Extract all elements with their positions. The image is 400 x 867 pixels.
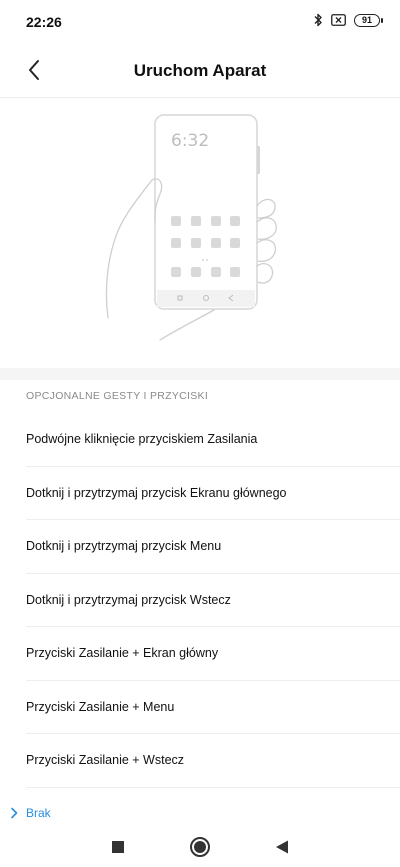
status-time: 22:26 xyxy=(26,14,62,30)
sim-no-signal-icon xyxy=(331,14,346,26)
section-divider xyxy=(0,368,400,380)
status-icons: 91 xyxy=(313,13,383,27)
section-header: OPCJONALNE GESTY I PRZYCISKI xyxy=(26,390,209,402)
home-button[interactable] xyxy=(187,834,213,860)
list-item-label: Podwójne kliknięcie przyciskiem Zasilani… xyxy=(26,432,258,447)
option-label: Brak xyxy=(26,806,51,820)
list-item-hold-back[interactable]: Dotknij i przytrzymaj przycisk Wstecz xyxy=(26,574,400,627)
navigation-bar xyxy=(0,826,400,867)
list-item-label: Dotknij i przytrzymaj przycisk Wstecz xyxy=(26,592,231,607)
recents-square-icon xyxy=(112,841,124,853)
list-item-power-back[interactable]: Przyciski Zasilanie + Wstecz xyxy=(26,734,400,788)
phone-clock: 6:32 xyxy=(171,131,210,151)
gesture-illustration: 6:32 xyxy=(0,98,400,368)
chevron-right-icon xyxy=(11,807,18,819)
gesture-list: Podwójne kliknięcie przyciskiem Zasilani… xyxy=(0,413,400,788)
list-item-hold-home[interactable]: Dotknij i przytrzymaj przycisk Ekranu gł… xyxy=(26,467,400,520)
status-bar: 22:26 91 xyxy=(0,0,400,44)
list-item-label: Dotknij i przytrzymaj przycisk Menu xyxy=(26,539,222,554)
home-circle-icon xyxy=(190,837,210,857)
bluetooth-icon xyxy=(314,13,322,27)
app-header: Uruchom Aparat xyxy=(0,44,400,96)
page-title: Uruchom Aparat xyxy=(133,61,267,80)
list-item-power-home[interactable]: Przyciski Zasilanie + Ekran główny xyxy=(26,627,400,681)
list-item-label: Przyciski Zasilanie + Menu xyxy=(26,699,175,714)
option-none[interactable]: Brak xyxy=(10,806,51,820)
list-item-label: Przyciski Zasilanie + Wstecz xyxy=(26,753,185,768)
list-item-hold-menu[interactable]: Dotknij i przytrzymaj przycisk Menu xyxy=(26,520,400,574)
list-item-power-menu[interactable]: Przyciski Zasilanie + Menu xyxy=(26,681,400,734)
list-item-label: Dotknij i przytrzymaj przycisk Ekranu gł… xyxy=(26,485,287,500)
recents-button[interactable] xyxy=(105,834,131,860)
battery-level: 91 xyxy=(361,15,372,25)
list-item-label: Przyciski Zasilanie + Ekran główny xyxy=(26,646,219,661)
list-item-double-click-power[interactable]: Podwójne kliknięcie przyciskiem Zasilani… xyxy=(26,413,400,467)
back-triangle-icon xyxy=(276,840,288,854)
back-nav-button[interactable] xyxy=(269,834,295,860)
battery-icon: 91 xyxy=(354,13,383,27)
